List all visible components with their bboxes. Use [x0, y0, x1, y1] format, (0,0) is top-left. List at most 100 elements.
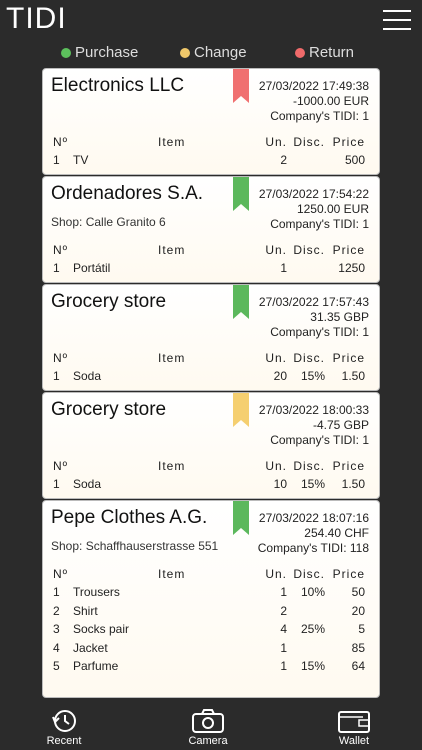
item-price: 50	[351, 585, 365, 599]
items-table-header: Nº Item Un. Disc. Price	[53, 243, 371, 259]
header-item: Item	[158, 243, 186, 257]
receipt-meta: 27/03/2022 17:57:43 31.35 GBP Company's TI…	[259, 295, 369, 340]
header-un: Un.	[265, 567, 287, 581]
item-un: 20	[273, 369, 287, 383]
tab-wallet-label: Wallet	[338, 735, 370, 747]
item-row: 5 Parfume 1 15% 64	[53, 659, 371, 675]
item-price: 500	[344, 153, 365, 167]
receipt-tidi: Company's TIDI: 1	[270, 217, 369, 231]
receipt-card[interactable]: Grocery store 27/03/2022 18:00:33 -4.75 GB…	[42, 392, 380, 499]
receipt-card[interactable]: Electronics LLC 27/03/2022 17:49:38 -1000.…	[42, 68, 380, 175]
receipt-amount: 31.35 GBP	[310, 310, 369, 324]
items-table-header: Nº Item Un. Disc. Price	[53, 135, 371, 151]
item-un: 1	[280, 261, 287, 275]
item-no: 5	[53, 659, 60, 673]
tab-camera[interactable]: Camera	[168, 700, 248, 747]
tab-camera-label: Camera	[188, 735, 228, 747]
merchant-name: Grocery store	[51, 291, 167, 312]
purchase-ribbon-icon	[233, 501, 249, 535]
receipt-tidi: Company's TIDI: 1	[270, 325, 369, 339]
receipt-datetime: 27/03/2022 18:07:16	[258, 511, 369, 525]
tab-recent[interactable]: Recent	[24, 700, 104, 747]
receipt-amount: -1000.00 EUR	[292, 94, 369, 108]
receipt-card[interactable]: Ordenadores S.A. Shop: Calle Granito 6 27/…	[42, 176, 380, 283]
receipt-card[interactable]: Pepe Clothes A.G. Shop: Schaffhauserstras…	[42, 500, 380, 698]
purchase-ribbon-icon	[233, 177, 249, 211]
change-dot-icon	[180, 47, 190, 58]
header-no: Nº	[53, 567, 69, 581]
item-un: 10	[273, 477, 287, 491]
item-row: 1 Portátil 1 1250	[53, 261, 371, 277]
receipt-datetime: 27/03/2022 17:57:43	[258, 295, 369, 309]
header-no: Nº	[53, 351, 69, 365]
header-price: Price	[332, 567, 365, 581]
merchant-name: Pepe Clothes A.G.	[51, 507, 208, 528]
hamburger-menu-icon[interactable]	[383, 10, 411, 30]
items-table-header: Nº Item Un. Disc. Price	[53, 351, 371, 367]
item-price: 5	[358, 622, 365, 636]
receipt-tidi: Company's TIDI: 118	[257, 541, 369, 555]
legend-return-label: Return	[309, 44, 355, 61]
bottom-nav: Recent Camera Wallet	[0, 700, 422, 750]
app-title: TIDI	[6, 2, 67, 35]
legend-purchase-label: Purchase	[75, 44, 139, 61]
tab-recent-label: Recent	[46, 735, 82, 747]
item-un: 2	[280, 153, 287, 167]
header-un: Un.	[265, 135, 287, 149]
receipt-tidi: Company's TIDI: 1	[270, 433, 369, 447]
header-no: Nº	[53, 459, 69, 473]
tab-wallet[interactable]: Wallet	[314, 700, 394, 747]
item-disc: 15%	[300, 659, 325, 673]
header-disc: Disc.	[293, 351, 325, 365]
header-un: Un.	[265, 243, 287, 257]
item-price: 1.50	[341, 369, 365, 383]
receipt-amount: 254.40 CHF	[304, 526, 369, 540]
item-row: 3 Socks pair 4 25% 5	[53, 622, 371, 638]
header-item: Item	[158, 459, 186, 473]
item-row: 1 TV 2 500	[53, 153, 371, 169]
header-item: Item	[158, 351, 186, 365]
item-item: Soda	[73, 369, 102, 383]
item-price: 85	[351, 640, 365, 655]
item-price: 64	[351, 659, 365, 673]
receipt-list[interactable]: Electronics LLC 27/03/2022 17:49:38 -1000.…	[42, 68, 380, 699]
receipt-datetime: 27/03/2022 17:54:22	[258, 187, 369, 201]
item-item: TV	[73, 153, 89, 167]
header-no: Nº	[53, 135, 69, 149]
item-item: Trousers	[73, 585, 120, 599]
item-item: Parfume	[73, 659, 119, 673]
receipt-meta: 27/03/2022 18:00:33 -4.75 GBP Company's TI…	[259, 403, 369, 448]
header-item: Item	[158, 567, 186, 581]
item-un: 4	[280, 622, 287, 636]
legend-change-label: Change	[194, 44, 247, 61]
receipt-amount: 1250.00 EUR	[296, 202, 369, 216]
header-price: Price	[332, 135, 365, 149]
legend: Purchase Change Return	[0, 44, 422, 62]
legend-purchase: Purchase	[61, 44, 138, 61]
return-ribbon-icon	[233, 69, 249, 103]
item-un: 2	[280, 603, 287, 618]
receipt-card[interactable]: Grocery store 27/03/2022 17:57:43 31.35 GB…	[42, 284, 380, 391]
header-no: Nº	[53, 243, 69, 257]
purchase-dot-icon	[61, 47, 71, 58]
shop-address: Shop: Schaffhauserstrasse 551	[51, 539, 219, 553]
item-un: 1	[280, 585, 287, 599]
item-row: 1 Trousers 1 10% 50	[53, 585, 371, 601]
merchant-name: Grocery store	[51, 399, 167, 420]
receipt-tidi: Company's TIDI: 1	[270, 109, 369, 123]
item-item: Soda	[73, 477, 102, 491]
header-disc: Disc.	[293, 459, 325, 473]
item-row: 1 Soda 20 15% 1.50	[53, 369, 371, 385]
item-no: 1	[53, 585, 60, 599]
header-price: Price	[332, 459, 365, 473]
item-row: 4 Jacket 1 85	[53, 641, 371, 657]
item-no: 3	[53, 622, 60, 636]
item-no: 1	[53, 153, 60, 167]
items-table-header: Nº Item Un. Disc. Price	[53, 459, 371, 475]
item-item: Portátil	[73, 261, 111, 275]
header-disc: Disc.	[293, 243, 325, 257]
item-un: 1	[280, 640, 287, 655]
item-disc: 15%	[300, 477, 325, 491]
wallet-icon	[338, 711, 370, 733]
receipt-meta: 27/03/2022 17:54:22 1250.00 EUR Company's …	[259, 187, 369, 232]
